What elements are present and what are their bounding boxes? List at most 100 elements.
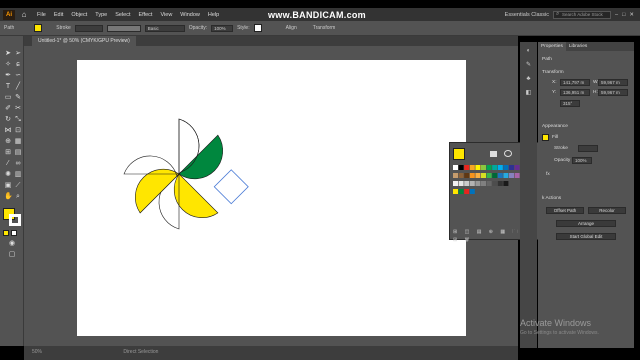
free-transform-tool-icon[interactable]: ⊡ <box>14 127 22 135</box>
color-swatch[interactable] <box>492 181 498 186</box>
color-swatch[interactable] <box>475 181 481 186</box>
artboard[interactable] <box>77 60 466 336</box>
rectangle-tool-icon[interactable]: ▭ <box>4 94 12 102</box>
menu-object[interactable]: Object <box>71 12 87 18</box>
slice-tool-icon[interactable]: ⟋ <box>14 182 22 190</box>
color-panel-icon[interactable]: ◐ <box>525 48 532 55</box>
selection-bounding-box[interactable] <box>213 169 249 205</box>
brushes-panel-icon[interactable]: ✎ <box>525 62 532 69</box>
blend-tool-icon[interactable]: ∞ <box>14 160 22 168</box>
color-swatch[interactable] <box>453 181 458 186</box>
menu-select[interactable]: Select <box>115 12 130 18</box>
close-icon[interactable]: ✕ <box>629 12 634 18</box>
transform-label[interactable]: Transform <box>313 25 336 31</box>
tab-libraries[interactable]: Libraries <box>566 42 590 51</box>
color-swatch[interactable] <box>475 173 481 178</box>
offset-path-button[interactable]: Offset Path <box>546 207 584 214</box>
color-group-icon[interactable] <box>504 150 512 157</box>
color-swatch[interactable] <box>503 165 509 170</box>
document-tab[interactable]: Untitled-1* @ 50% (CMYK/GPU Preview) <box>32 36 136 46</box>
symbol-sprayer-tool-icon[interactable]: ✺ <box>4 171 12 179</box>
color-swatch[interactable] <box>481 181 486 186</box>
shaper-tool-icon[interactable]: ✐ <box>4 105 12 113</box>
color-swatch[interactable] <box>486 181 492 186</box>
color-swatch[interactable] <box>469 173 475 178</box>
selection-tool-icon[interactable]: ➤ <box>4 50 12 58</box>
menu-effect[interactable]: Effect <box>139 12 153 18</box>
color-swatch[interactable] <box>458 189 464 194</box>
eyedropper-tool-icon[interactable]: ⁄ <box>4 160 12 168</box>
hand-tool-icon[interactable]: ✋ <box>4 193 13 201</box>
color-swatch[interactable] <box>486 173 492 178</box>
zoom-level[interactable]: 50% <box>32 349 42 355</box>
pinwheel-artwork[interactable] <box>77 60 466 336</box>
color-swatch[interactable] <box>492 173 498 178</box>
menu-view[interactable]: View <box>160 12 172 18</box>
variable-width-field[interactable] <box>106 24 141 32</box>
fx-button[interactable]: fx <box>546 172 550 177</box>
fill-swatch[interactable] <box>34 24 43 32</box>
stroke-color-swatch[interactable] <box>9 214 21 226</box>
h-field[interactable]: 59,967 m <box>598 89 628 96</box>
swatch-libraries-icon[interactable] <box>490 151 497 157</box>
color-swatch[interactable] <box>464 189 470 194</box>
petal-yellow-lower-left[interactable] <box>124 158 180 214</box>
menu-file[interactable]: File <box>37 12 46 18</box>
color-swatch[interactable] <box>469 189 475 194</box>
color-swatch[interactable] <box>503 173 509 178</box>
draw-mode-icon[interactable]: ◉ <box>8 240 16 248</box>
layers-panel-icon[interactable]: ◧ <box>525 90 532 97</box>
color-swatch[interactable] <box>497 173 503 178</box>
color-swatch[interactable] <box>469 165 475 170</box>
style-swatch[interactable] <box>253 24 262 32</box>
minimize-icon[interactable]: – <box>615 12 618 18</box>
color-swatch[interactable] <box>509 173 514 178</box>
line-tool-icon[interactable]: ╱ <box>14 83 22 91</box>
color-swatch[interactable] <box>514 173 520 178</box>
color-swatch[interactable] <box>464 165 470 170</box>
scale-tool-icon[interactable]: ⤡ <box>14 116 22 124</box>
color-swatch[interactable] <box>453 173 458 178</box>
recolor-button[interactable]: Recolor <box>588 207 626 214</box>
workspace-switcher[interactable]: Essentials Classic <box>505 12 549 18</box>
color-swatch[interactable] <box>497 181 503 186</box>
maximize-icon[interactable]: □ <box>622 12 625 18</box>
color-swatch[interactable] <box>464 181 470 186</box>
menu-help[interactable]: Help <box>208 12 219 18</box>
color-swatch[interactable] <box>492 165 498 170</box>
color-swatch[interactable] <box>486 165 492 170</box>
zoom-tool-icon[interactable]: ⌕ <box>14 193 22 201</box>
stroke-weight-field[interactable] <box>74 24 103 32</box>
direct-selection-tool-icon[interactable]: ➢ <box>14 50 22 58</box>
color-swatch[interactable] <box>458 173 464 178</box>
current-fill-swatch[interactable] <box>453 148 465 160</box>
width-tool-icon[interactable]: ⋈ <box>4 127 12 135</box>
color-mode-icon[interactable] <box>3 230 9 236</box>
appearance-opacity-field[interactable]: 100% <box>572 157 592 164</box>
arrange-button[interactable]: Arrange <box>556 220 616 227</box>
curvature-tool-icon[interactable]: ∽ <box>14 72 22 80</box>
search-input[interactable]: Search Adobe Stock <box>553 10 611 19</box>
menu-window[interactable]: Window <box>180 12 200 18</box>
menu-type[interactable]: Type <box>95 12 107 18</box>
eraser-tool-icon[interactable]: ✂ <box>14 105 22 113</box>
brush-definition[interactable]: Basic <box>144 24 185 32</box>
pen-tool-icon[interactable]: ✒ <box>4 72 12 80</box>
x-field[interactable]: 141,797 m <box>560 79 590 86</box>
color-swatch[interactable] <box>475 165 481 170</box>
artboard-tool-icon[interactable]: ▣ <box>4 182 12 190</box>
symbols-panel-icon[interactable]: ♣ <box>525 76 532 83</box>
screen-mode-icon[interactable]: ▢ <box>8 251 16 259</box>
appearance-fill-swatch[interactable] <box>542 134 549 141</box>
mesh-tool-icon[interactable]: ⊞ <box>4 149 12 157</box>
align-label[interactable]: Align <box>286 25 297 31</box>
type-tool-icon[interactable]: T <box>4 83 12 91</box>
color-swatch[interactable] <box>497 165 503 170</box>
color-swatch[interactable] <box>464 173 470 178</box>
color-swatch[interactable] <box>481 173 486 178</box>
gradient-mode-icon[interactable] <box>11 230 17 236</box>
color-swatch[interactable] <box>514 165 520 170</box>
paintbrush-tool-icon[interactable]: ✎ <box>14 94 22 102</box>
rotate-field[interactable]: 315° <box>560 100 580 107</box>
gradient-tool-icon[interactable]: ▤ <box>14 149 22 157</box>
